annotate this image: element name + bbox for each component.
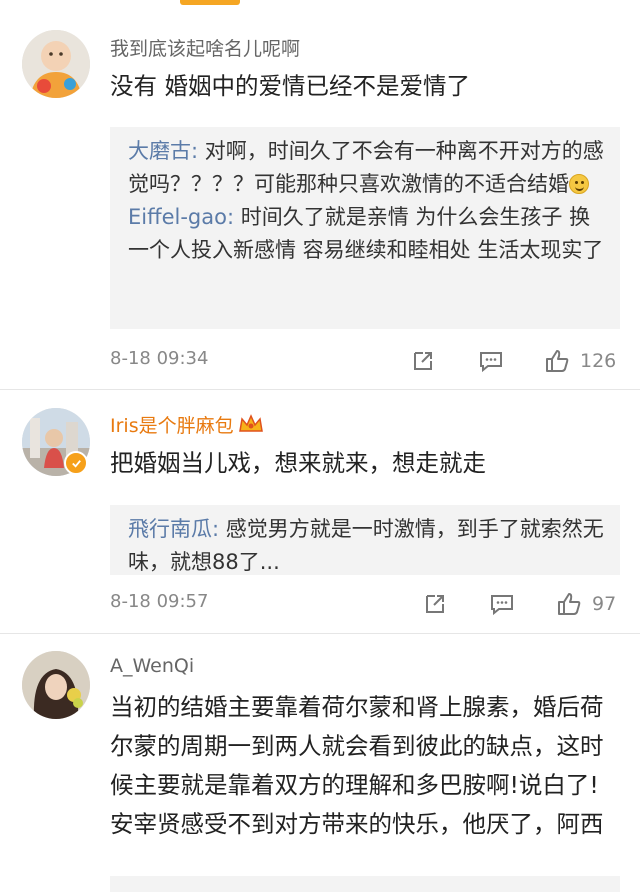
share-button[interactable]: [410, 346, 436, 376]
comment-feed: 我到底该起啥名儿呢啊 没有 婚姻中的爱情已经不是爱情了 大磨古: 对啊，时间久了…: [0, 0, 640, 892]
comment-icon: [491, 595, 513, 616]
timestamp: 8-18 09:57: [110, 591, 209, 612]
like-icon: [558, 593, 581, 615]
comment-meta: 8-18 09:57 97: [110, 589, 620, 621]
reply-box[interactable]: 大磨古: 对啊，时间久了不会有一种离不开对方的感觉吗？？？？可能那种只喜欢激情的…: [110, 127, 620, 329]
crown-icon: [238, 414, 263, 432]
share-icon: [414, 352, 432, 370]
divider: [0, 633, 640, 634]
reply-item: Eiffel-gao: 时间久了就是亲情 为什么会生孩子 换一个人投入新感情 容…: [128, 201, 606, 267]
like-icon: [546, 350, 569, 372]
smile-emoji: [569, 174, 589, 194]
reply-separator: :: [226, 205, 241, 229]
username[interactable]: Iris是个胖麻包: [110, 411, 264, 438]
comment-meta: 8-18 09:34 126: [110, 346, 620, 378]
verified-icon: [64, 451, 88, 475]
reply-author[interactable]: 大磨古: [128, 139, 191, 163]
reply-separator: :: [212, 517, 226, 541]
comment-text: 没有 婚姻中的爱情已经不是爱情了: [110, 72, 470, 100]
like-count: 97: [592, 593, 617, 615]
comment-icon: [480, 352, 502, 373]
share-icon: [426, 595, 444, 613]
reply-box[interactable]: [110, 876, 620, 892]
share-button[interactable]: [422, 589, 448, 619]
reply-box[interactable]: 飛行南瓜: 感觉男方就是一时激情，到手了就索然无味，就想88了...: [110, 505, 620, 575]
avatar[interactable]: [22, 30, 90, 98]
username[interactable]: A_WenQi: [110, 655, 194, 677]
divider: [0, 389, 640, 390]
reply-separator: :: [191, 139, 205, 163]
reply-item: 大磨古: 对啊，时间久了不会有一种离不开对方的感觉吗？？？？可能那种只喜欢激情的…: [128, 135, 606, 201]
reply-item: 飛行南瓜: 感觉男方就是一时激情，到手了就索然无味，就想88了...: [128, 513, 606, 579]
comment-button[interactable]: [478, 346, 504, 376]
comment-text: 把婚姻当儿戏，想来就来，想走就走: [110, 449, 486, 477]
like-count: 126: [580, 350, 617, 372]
comment-button[interactable]: [489, 589, 515, 619]
reply-author[interactable]: Eiffel-gao: [128, 205, 227, 229]
comment-text: 当初的结婚主要靠着荷尔蒙和肾上腺素，婚后荷尔蒙的周期一到两人就会看到彼此的缺点，…: [110, 693, 604, 838]
like-button[interactable]: 126: [544, 346, 616, 376]
like-button[interactable]: 97: [556, 589, 616, 619]
timestamp: 8-18 09:34: [110, 348, 209, 369]
tab-indicator: [180, 0, 240, 5]
avatar[interactable]: [22, 651, 90, 719]
reply-author[interactable]: 飛行南瓜: [128, 517, 212, 541]
username-text: Iris是个胖麻包: [110, 415, 234, 437]
username[interactable]: 我到底该起啥名儿呢啊: [110, 34, 300, 61]
